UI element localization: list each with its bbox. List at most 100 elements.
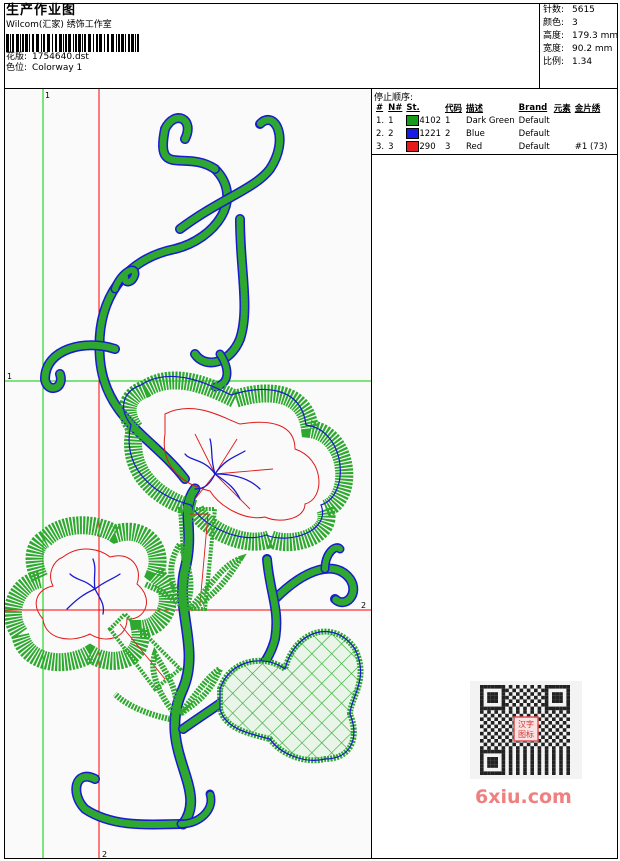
qr-module [508,731,513,736]
qr-module [552,746,556,750]
qr-module [508,699,513,703]
barcode-bar [137,34,139,52]
barcode-bar [84,34,86,52]
qr-module [559,749,563,754]
qr-module [537,699,542,703]
stat-height: 高度: 179.3 mm [543,30,618,43]
qr-module [512,742,516,747]
stop-sequence-table: # N# St. 代码 描述 Brand 元素 金片绣 1. 1 4102 1 Dark… [374,101,609,153]
row-brand: Default [518,128,550,139]
qr-module [537,746,542,750]
qr-module [566,688,570,693]
qr-module [537,771,542,775]
qr-module [490,706,495,711]
table-row: 2. 2 1221 2 Blue Default [374,127,609,140]
qr-module [566,710,570,714]
qr-module [490,771,495,775]
qr-module [512,688,516,693]
stat-value: 90.2 mm [572,44,613,54]
qr-module [541,703,545,707]
barcode-bar [10,34,11,52]
stat-value: 179.3 mm [572,31,619,41]
qr-module [544,710,549,714]
row-description: Dark Green [466,115,515,126]
qr-module [508,746,513,750]
qr-module [555,706,560,711]
qr-module [494,731,498,736]
stat-label: 比例: [543,57,565,67]
qr-module [508,760,513,765]
barcode-bar [52,34,53,52]
qr-module [555,742,560,747]
row-sequins: #1 (73) [574,141,608,152]
row-sequins [573,127,610,140]
qr-module [544,764,549,768]
qr-module [498,749,502,754]
qr-module [483,749,488,754]
barcode-bar [16,34,19,52]
qr-module [516,764,520,768]
row-index: 1. [376,115,385,126]
qr-module [541,721,545,725]
qr-module [508,753,513,757]
qr-module [523,710,527,714]
barcode-bar [43,34,45,52]
qr-module [537,710,542,714]
qr-module [566,731,570,736]
qr-module [559,771,563,775]
row-index: 2. [376,128,385,139]
barcode-bar [93,34,94,52]
qr-module [494,699,498,703]
qr-module [544,703,549,707]
qr-module [534,703,538,707]
barcode-bar [47,34,50,52]
colorway-line: 色位: Colorway 1 [6,63,536,74]
qr-module [544,685,549,689]
qr-module [505,688,509,693]
qr-module [544,695,549,700]
qr-module [501,699,506,703]
qr-module [559,753,563,757]
qr-module [516,771,520,775]
qr-module [559,724,563,729]
stat-label: 宽度: [543,44,565,54]
qr-module [480,717,484,721]
qr-module [516,706,520,711]
qr-module [480,692,484,696]
qr-module [530,706,534,711]
qr-module [487,695,491,700]
qr-module [490,685,495,689]
qr-module [487,746,491,750]
qr-module [487,764,491,768]
col-header: 代码 [445,103,463,114]
stitch-count: 290 [419,142,436,152]
barcode-bar [63,34,64,52]
row-code: 3 [445,141,451,152]
qr-module [508,771,513,775]
qr-module [494,760,498,765]
qr-module [562,728,567,732]
header-info: 生产作业图 Wilcom(汇家) 绣饰工作室 花版: 1754640.dst 色位… [6,3,536,74]
qr-module [555,695,560,700]
cross-hatched-leaf [217,628,364,764]
qr-module [501,724,506,729]
qr-module [501,695,506,700]
barcode-bar [55,34,57,52]
qr-module [548,742,552,747]
qr-module [498,713,502,718]
qr-module [490,728,495,732]
qr-module [501,703,506,707]
qr-module [480,688,484,693]
qr-module [490,764,495,768]
qr-code: 汉字图标 [470,681,582,779]
qr-module [490,735,495,739]
qr-module [483,735,488,739]
qr-module [501,739,506,743]
qr-module [480,699,484,703]
qr-module [566,703,570,707]
qr-module [537,692,542,696]
qr-module [537,764,542,768]
embroidery-design-canvas: 1 1 2 2 [4,88,372,859]
qr-module [505,695,509,700]
qr-module [566,771,570,775]
